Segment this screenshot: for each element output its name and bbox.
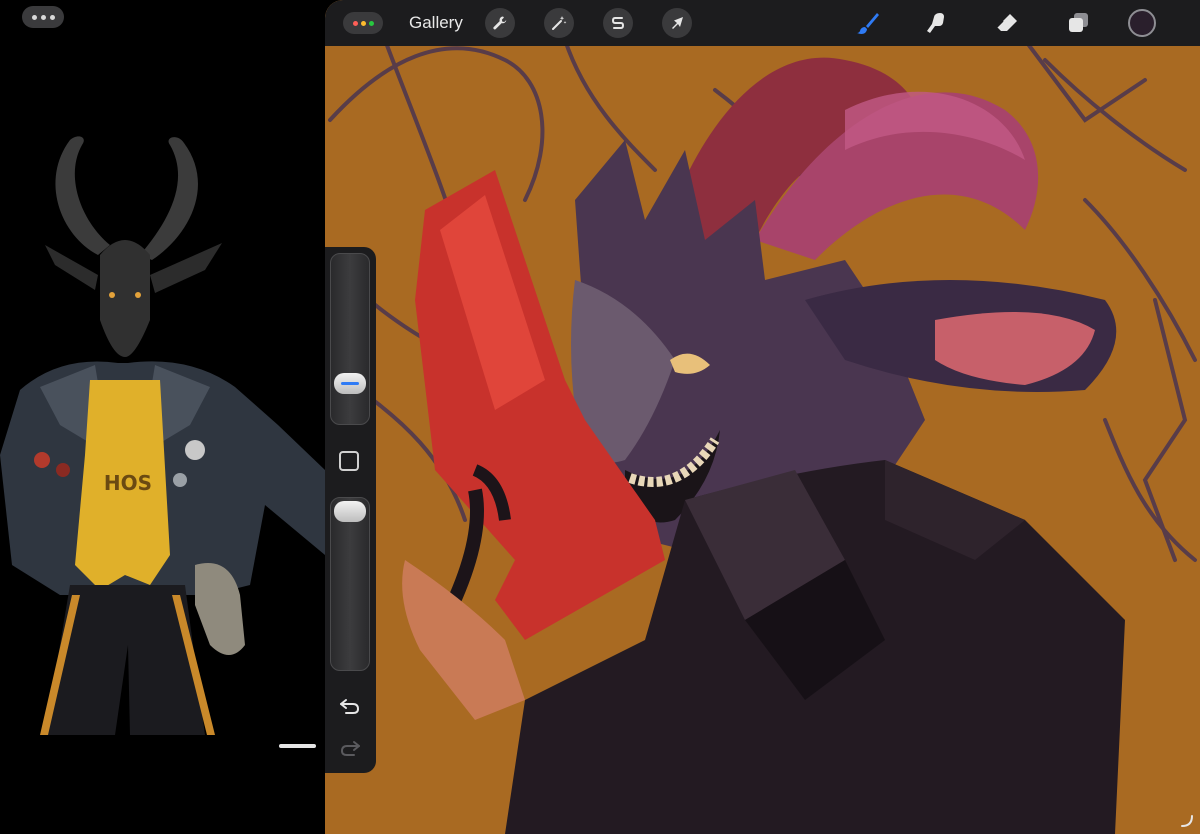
selection-s-icon [611,17,624,29]
selection-button[interactable] [602,8,633,38]
drawing-canvas[interactable] [325,0,1200,834]
procreate-app-window: Gallery [325,0,1200,834]
layers-button[interactable] [1060,5,1096,41]
modify-square-button[interactable] [339,451,359,471]
smudge-finger-icon [926,13,944,33]
opacity-slider[interactable] [330,497,370,671]
resize-corner-icon[interactable] [1180,814,1194,828]
brush-sidebar [325,247,376,773]
opacity-thumb[interactable] [334,501,366,522]
wrench-icon [493,16,507,30]
undo-arrow-icon[interactable] [338,695,362,717]
top-toolbar: Gallery [325,0,1200,46]
smudge-tool-button[interactable] [919,5,955,41]
multitasking-menu-button[interactable] [22,6,64,28]
home-indicator[interactable] [279,744,316,748]
adjustments-button[interactable] [543,8,574,38]
window-menu-dots[interactable] [343,12,383,34]
actions-button[interactable] [484,8,515,38]
gallery-button[interactable]: Gallery [409,13,463,33]
brush-icon [856,13,879,34]
brush-tool-button[interactable] [850,5,886,41]
reference-goat-model-image: HOS [0,136,325,735]
brush-size-thumb[interactable] [334,373,366,394]
eraser-icon [996,14,1017,31]
svg-text:HOS: HOS [104,471,152,495]
brush-size-slider[interactable] [330,253,370,425]
eraser-tool-button[interactable] [989,5,1025,41]
color-picker-button[interactable] [1127,9,1156,37]
redo-arrow-icon[interactable] [338,737,362,759]
magic-wand-icon [551,16,567,30]
layers-icon [1068,13,1088,32]
transform-button[interactable] [661,8,692,38]
arrow-cursor-icon [671,17,683,29]
reference-pane: HOS [0,0,325,834]
